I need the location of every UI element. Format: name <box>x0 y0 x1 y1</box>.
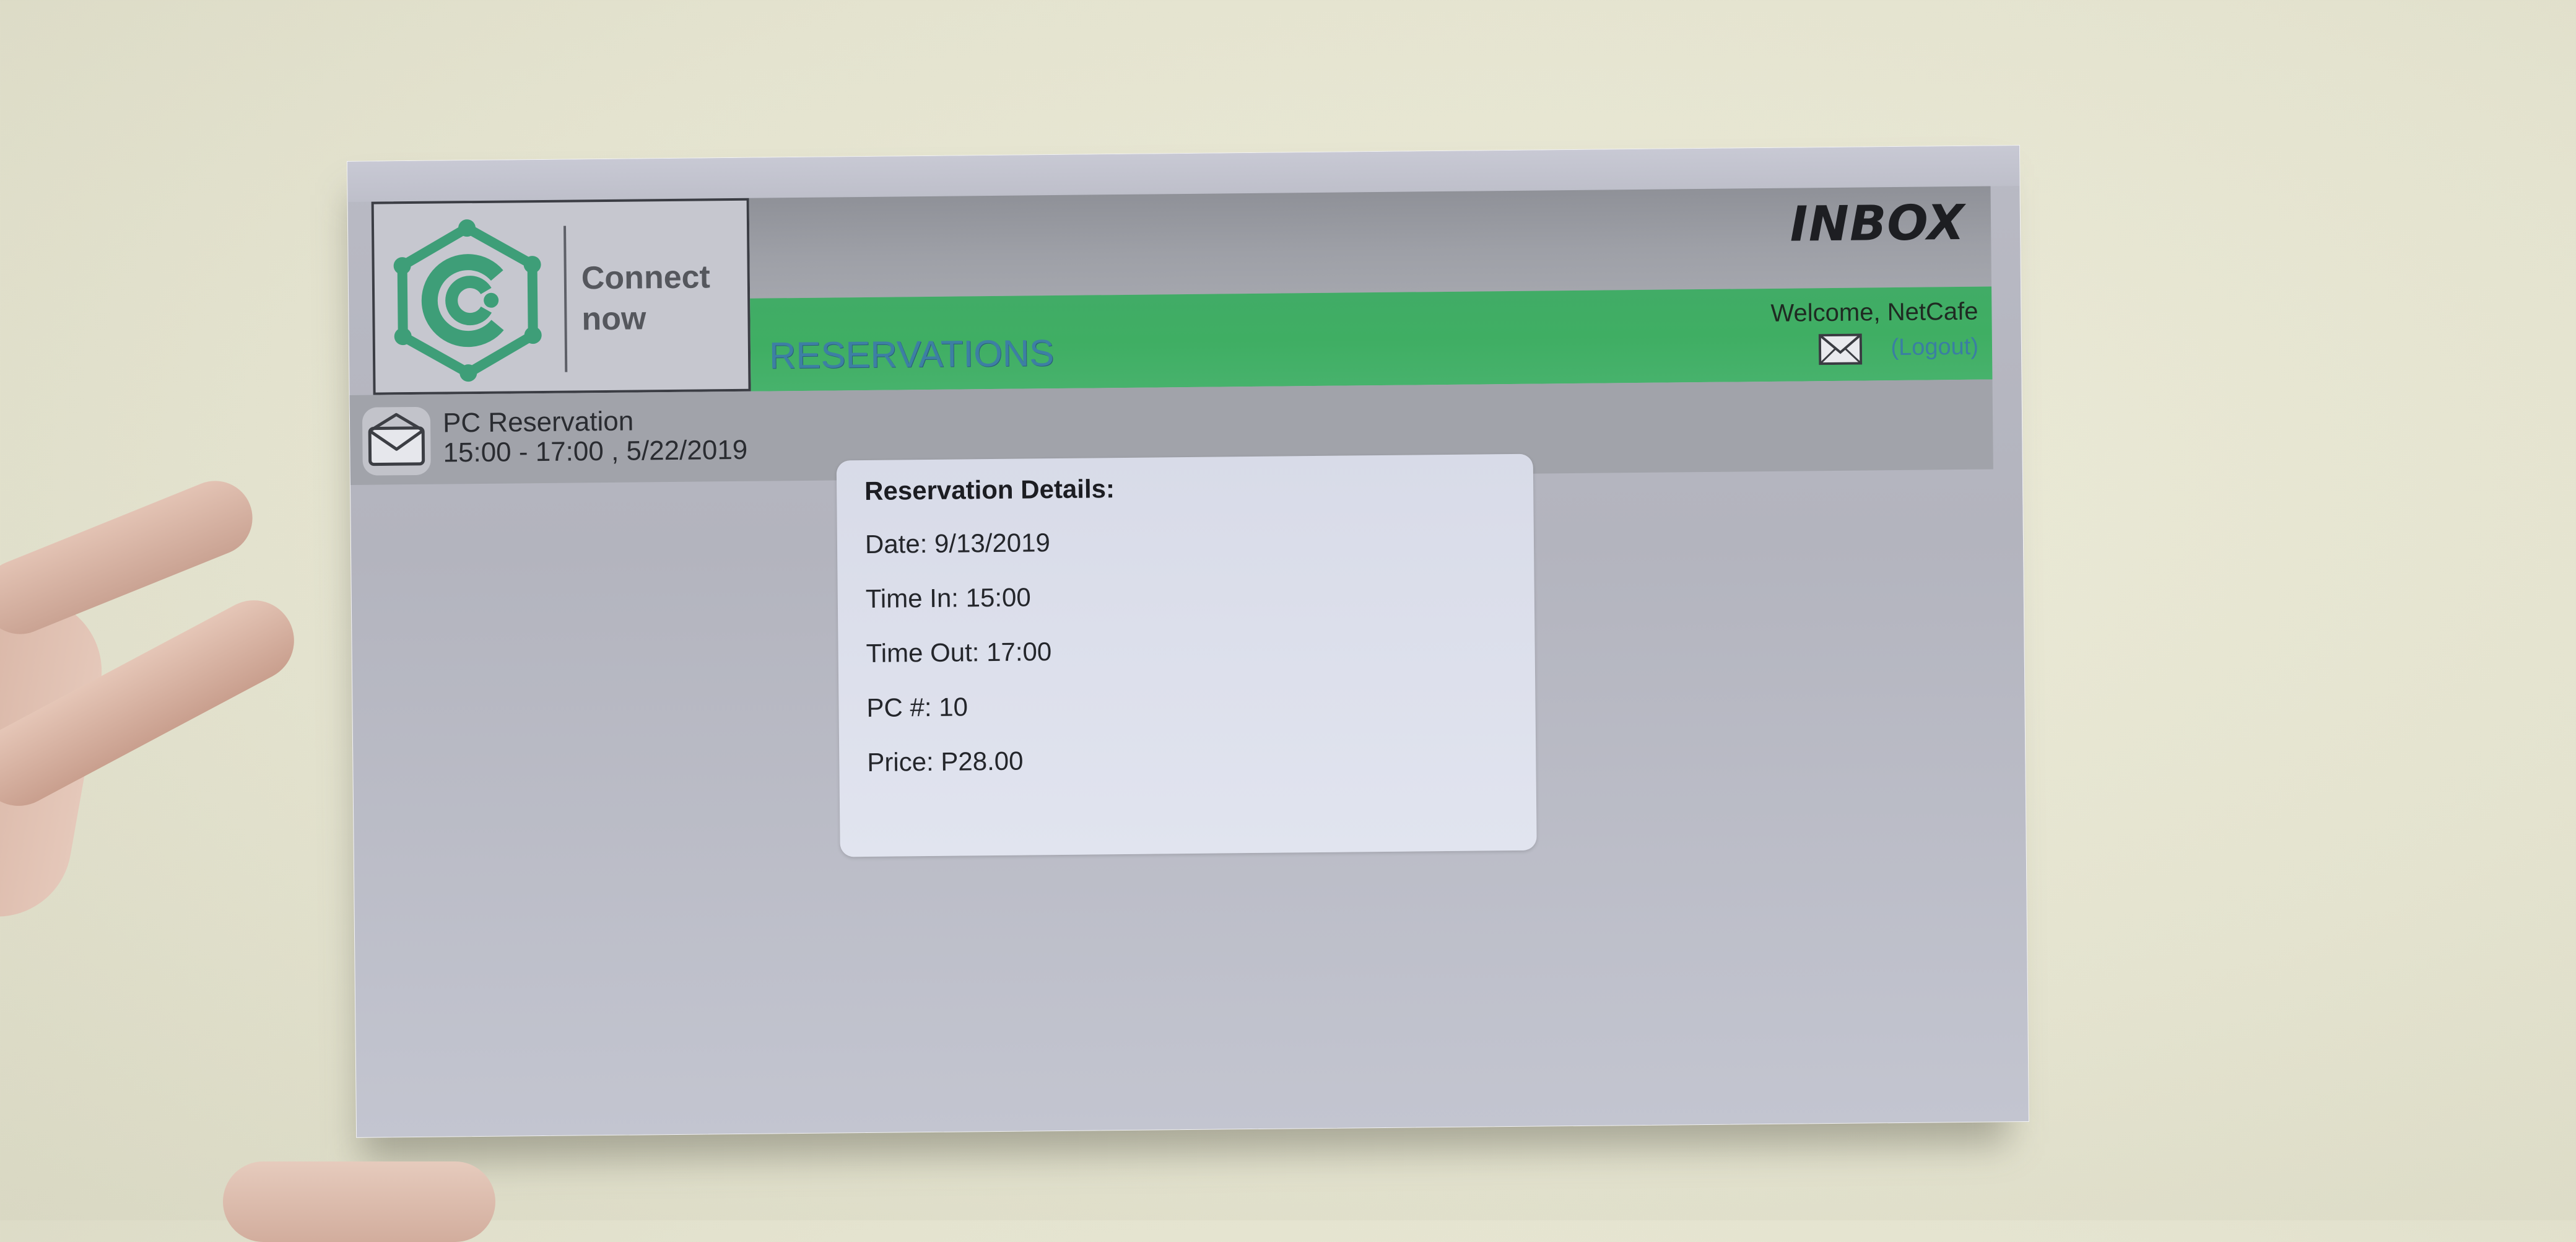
envelope-icon <box>362 406 431 476</box>
detail-time-out: Time Out: 17:00 <box>866 637 1052 668</box>
mail-icon[interactable] <box>1818 333 1863 365</box>
logo-divider <box>564 225 568 372</box>
item-subtitle: 15:00 - 17:00 , 5/22/2019 <box>443 434 748 468</box>
details-heading: Reservation Details: <box>864 474 1115 505</box>
reservation-details-card: Reservation Details: Date: 9/13/2019 Tim… <box>836 453 1537 857</box>
detail-date: Date: 9/13/2019 <box>864 528 1051 559</box>
hand-thumb <box>223 1161 495 1242</box>
header-bar: INBOX <box>749 186 1992 299</box>
brand-name: Connect now <box>581 259 711 338</box>
welcome-text: Welcome, NetCafe <box>1770 297 1978 327</box>
page-title: INBOX <box>1790 195 1965 253</box>
nav-reservations[interactable]: RESERVATIONS <box>769 331 1055 377</box>
detail-price: Price: P28.00 <box>867 746 1024 777</box>
detail-pc-number: PC #: 10 <box>866 692 968 722</box>
brand-logo-box[interactable]: Connect now <box>371 198 751 395</box>
nav-bar: RESERVATIONS Welcome, NetCafe (Logout) <box>750 286 1993 391</box>
logout-link[interactable]: (Logout) <box>1891 334 1978 361</box>
item-title: PC Reservation <box>442 406 634 439</box>
detail-time-in: Time In: 15:00 <box>865 582 1031 613</box>
logo-icon <box>393 219 542 382</box>
printed-screen: Connect now INBOX RESERVATIONS Welcome, … <box>347 145 2030 1138</box>
